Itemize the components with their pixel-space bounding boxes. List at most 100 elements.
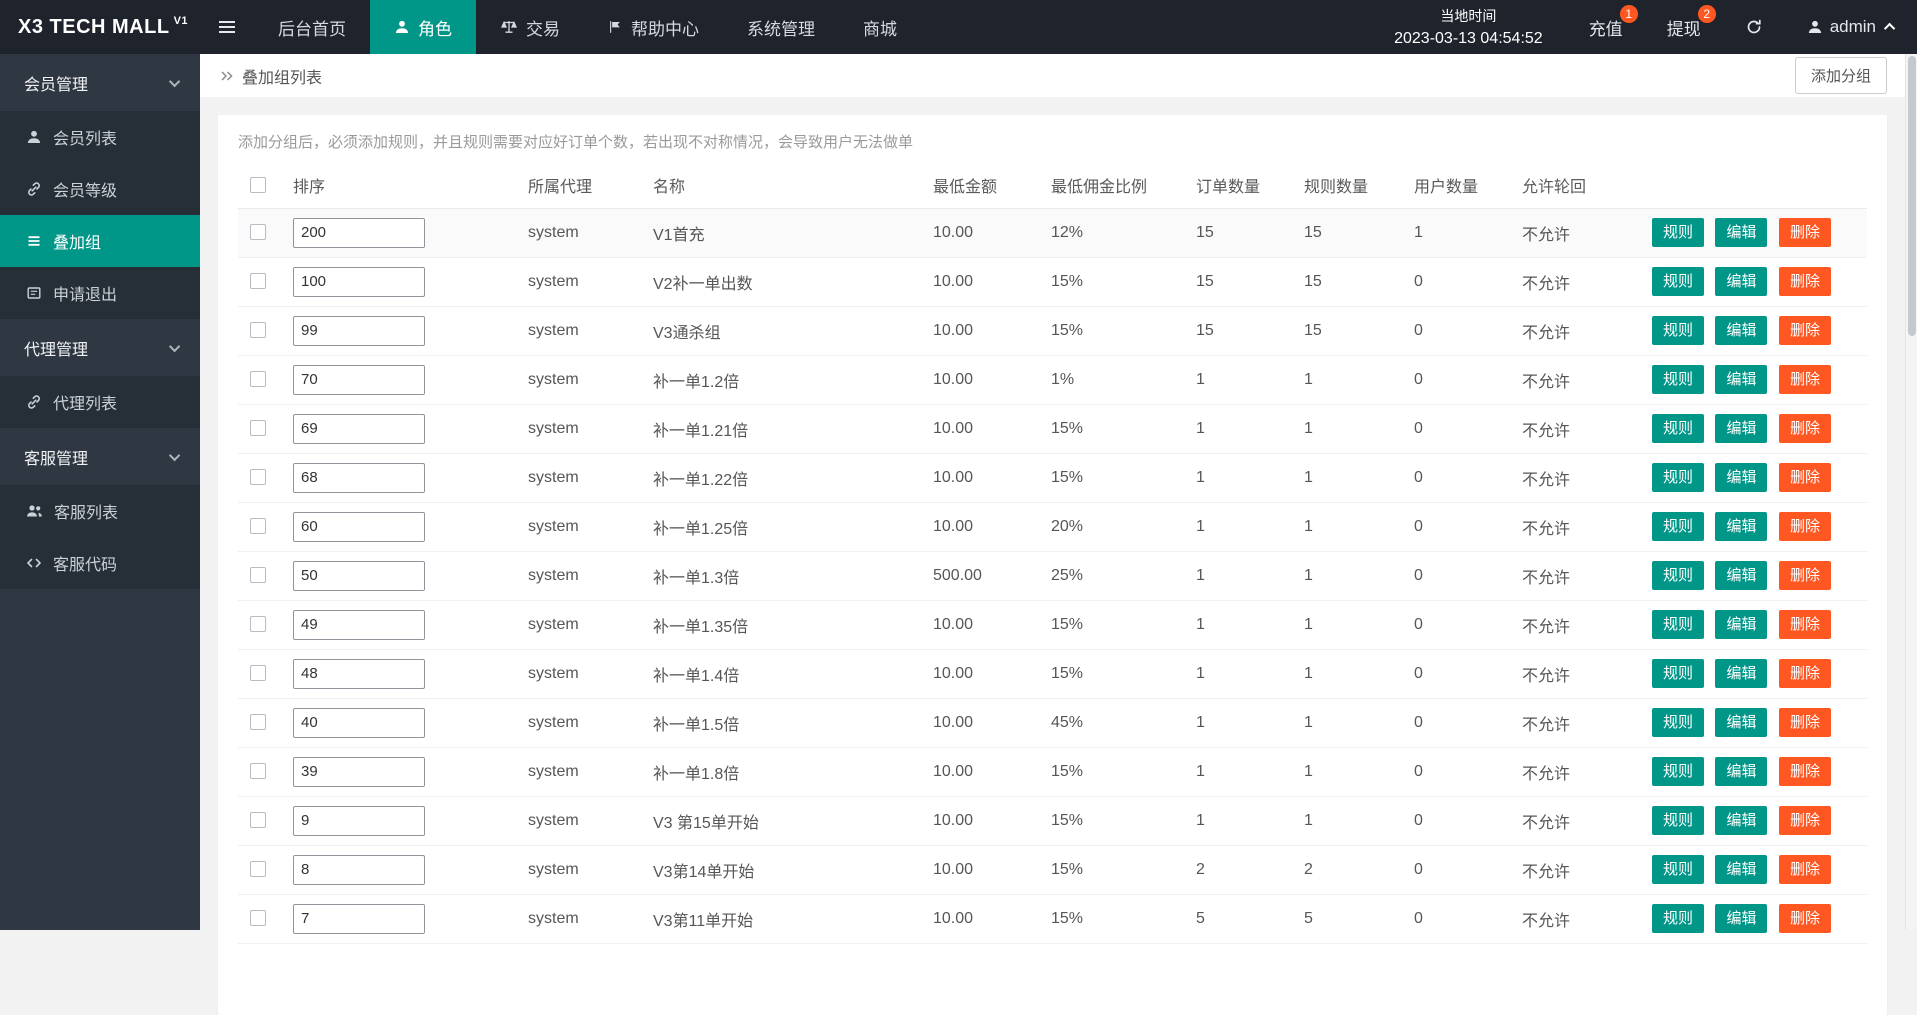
add-group-button[interactable]: 添加分组 <box>1794 57 1887 94</box>
sort-input[interactable] <box>293 560 425 591</box>
row-checkbox[interactable] <box>250 714 266 731</box>
edit-button[interactable]: 编辑 <box>1715 757 1768 786</box>
sort-input[interactable] <box>293 364 425 395</box>
menu-toggle-button[interactable] <box>200 0 254 54</box>
sidebar-group-agent-mgmt[interactable]: 代理管理 <box>0 319 200 376</box>
row-checkbox[interactable] <box>250 273 266 290</box>
delete-button[interactable]: 删除 <box>1778 365 1831 394</box>
delete-button[interactable]: 删除 <box>1778 855 1831 884</box>
delete-button[interactable]: 删除 <box>1778 561 1831 590</box>
row-checkbox[interactable] <box>250 518 266 535</box>
sort-input[interactable] <box>293 903 425 934</box>
delete-button[interactable]: 删除 <box>1778 806 1831 835</box>
sort-input[interactable] <box>293 609 425 640</box>
edit-button[interactable]: 编辑 <box>1715 855 1768 884</box>
edit-button[interactable]: 编辑 <box>1715 904 1768 933</box>
row-checkbox[interactable] <box>250 763 266 780</box>
edit-button[interactable]: 编辑 <box>1715 463 1768 492</box>
row-checkbox[interactable] <box>250 322 266 339</box>
row-checkbox[interactable] <box>250 665 266 682</box>
scrollbar-thumb[interactable] <box>1908 56 1916 336</box>
nav-item-dashboard[interactable]: 后台首页 <box>254 0 370 54</box>
sidebar-item-service-list[interactable]: 客服列表 <box>0 485 200 537</box>
edit-button[interactable]: 编辑 <box>1715 512 1768 541</box>
delete-button[interactable]: 删除 <box>1778 463 1831 492</box>
sidebar-item-member-list[interactable]: 会员列表 <box>0 111 200 163</box>
rule-button[interactable]: 规则 <box>1652 365 1705 394</box>
rule-button[interactable]: 规则 <box>1652 512 1705 541</box>
sidebar-group-service-mgmt[interactable]: 客服管理 <box>0 428 200 485</box>
sidebar-item-member-level[interactable]: 会员等级 <box>0 163 200 215</box>
row-checkbox[interactable] <box>250 469 266 486</box>
scrollbar[interactable] <box>1905 54 1917 930</box>
sort-input[interactable] <box>293 658 425 689</box>
delete-button[interactable]: 删除 <box>1778 414 1831 443</box>
sidebar-item-stack-group[interactable]: 叠加组 <box>0 215 200 267</box>
delete-button[interactable]: 删除 <box>1778 218 1831 247</box>
delete-button[interactable]: 删除 <box>1778 610 1831 639</box>
row-checkbox[interactable] <box>250 616 266 633</box>
delete-button[interactable]: 删除 <box>1778 904 1831 933</box>
rule-button[interactable]: 规则 <box>1652 806 1705 835</box>
edit-button[interactable]: 编辑 <box>1715 806 1768 835</box>
row-checkbox[interactable] <box>250 224 266 241</box>
edit-button[interactable]: 编辑 <box>1715 610 1768 639</box>
select-all-checkbox[interactable] <box>250 176 266 193</box>
nav-item-system[interactable]: 系统管理 <box>723 0 839 54</box>
delete-button[interactable]: 删除 <box>1778 512 1831 541</box>
rule-button[interactable]: 规则 <box>1652 218 1705 247</box>
row-checkbox[interactable] <box>250 371 266 388</box>
sort-input[interactable] <box>293 854 425 885</box>
sort-input[interactable] <box>293 707 425 738</box>
edit-button[interactable]: 编辑 <box>1715 659 1768 688</box>
delete-button[interactable]: 删除 <box>1778 659 1831 688</box>
rule-button[interactable]: 规则 <box>1652 414 1705 443</box>
sort-input[interactable] <box>293 462 425 493</box>
rule-button[interactable]: 规则 <box>1652 757 1705 786</box>
sidebar-item-service-code[interactable]: 客服代码 <box>0 537 200 589</box>
row-checkbox[interactable] <box>250 420 266 437</box>
edit-button[interactable]: 编辑 <box>1715 218 1768 247</box>
nav-item-trade[interactable]: 交易 <box>476 0 584 54</box>
refresh-button[interactable] <box>1723 0 1785 54</box>
sort-input[interactable] <box>293 413 425 444</box>
row-checkbox[interactable] <box>250 861 266 878</box>
sort-input[interactable] <box>293 805 425 836</box>
sidebar-item-apply-exit[interactable]: 申请退出 <box>0 267 200 319</box>
rule-button[interactable]: 规则 <box>1652 855 1705 884</box>
rule-button[interactable]: 规则 <box>1652 561 1705 590</box>
sidebar-item-agent-list[interactable]: 代理列表 <box>0 376 200 428</box>
recharge-button[interactable]: 充值 1 <box>1567 0 1645 54</box>
delete-button[interactable]: 删除 <box>1778 708 1831 737</box>
sort-input[interactable] <box>293 217 425 248</box>
edit-button[interactable]: 编辑 <box>1715 708 1768 737</box>
nav-item-roles[interactable]: 角色 <box>370 0 476 54</box>
edit-button[interactable]: 编辑 <box>1715 316 1768 345</box>
rule-button[interactable]: 规则 <box>1652 610 1705 639</box>
edit-button[interactable]: 编辑 <box>1715 561 1768 590</box>
sort-input[interactable] <box>293 315 425 346</box>
sort-input[interactable] <box>293 511 425 542</box>
sort-input[interactable] <box>293 756 425 787</box>
rule-button[interactable]: 规则 <box>1652 316 1705 345</box>
nav-item-help[interactable]: 帮助中心 <box>584 0 723 54</box>
rule-button[interactable]: 规则 <box>1652 267 1705 296</box>
rule-button[interactable]: 规则 <box>1652 463 1705 492</box>
rule-button[interactable]: 规则 <box>1652 659 1705 688</box>
edit-button[interactable]: 编辑 <box>1715 365 1768 394</box>
row-checkbox[interactable] <box>250 910 266 927</box>
rule-button[interactable]: 规则 <box>1652 904 1705 933</box>
row-checkbox[interactable] <box>250 567 266 584</box>
user-menu[interactable]: admin <box>1785 0 1917 54</box>
delete-button[interactable]: 删除 <box>1778 757 1831 786</box>
withdraw-button[interactable]: 提现 2 <box>1645 0 1723 54</box>
edit-button[interactable]: 编辑 <box>1715 267 1768 296</box>
sidebar-group-member-mgmt[interactable]: 会员管理 <box>0 54 200 111</box>
rule-button[interactable]: 规则 <box>1652 708 1705 737</box>
delete-button[interactable]: 删除 <box>1778 316 1831 345</box>
row-checkbox[interactable] <box>250 812 266 829</box>
delete-button[interactable]: 删除 <box>1778 267 1831 296</box>
sort-input[interactable] <box>293 266 425 297</box>
nav-item-mall[interactable]: 商城 <box>839 0 921 54</box>
edit-button[interactable]: 编辑 <box>1715 414 1768 443</box>
